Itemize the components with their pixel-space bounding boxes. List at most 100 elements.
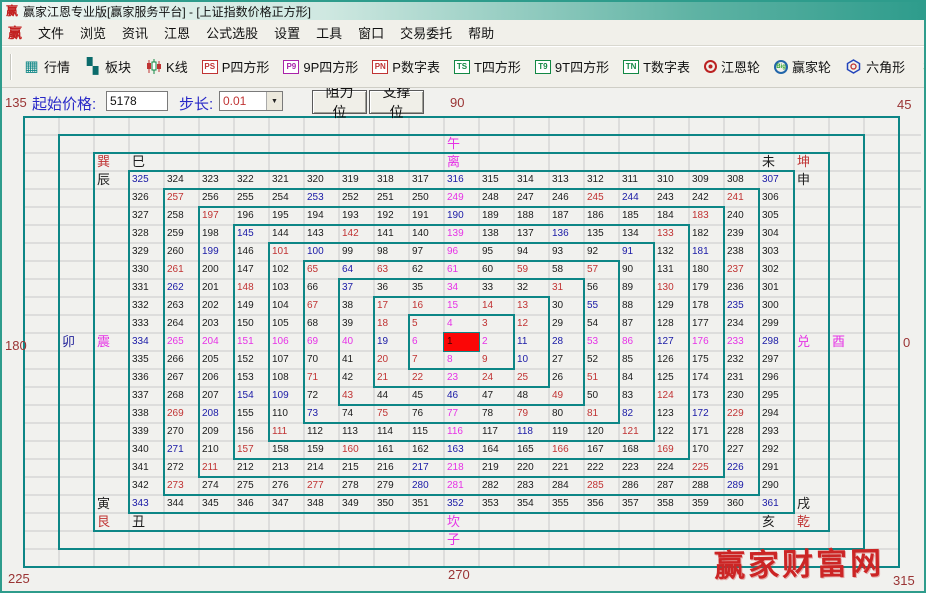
grid-cell[interactable]: 75 <box>374 405 409 423</box>
grid-cell[interactable]: 10 <box>514 351 549 369</box>
grid-cell[interactable]: 155 <box>234 405 269 423</box>
grid-cell[interactable]: 173 <box>689 387 724 405</box>
grid-cell[interactable]: 14 <box>479 297 514 315</box>
grid-cell[interactable]: 112 <box>304 423 339 441</box>
grid-cell[interactable]: 257 <box>164 189 199 207</box>
grid-cell[interactable]: 5 <box>409 315 444 333</box>
grid-cell[interactable]: 234 <box>724 315 759 333</box>
grid-cell[interactable]: 96 <box>444 243 479 261</box>
grid-cell[interactable]: 145 <box>234 225 269 243</box>
title-bar[interactable]: 赢 赢家江恩专业版[赢家服务平台] - [上证指数价格正方形] <box>2 2 924 20</box>
grid-cell[interactable]: 299 <box>759 315 794 333</box>
grid-cell[interactable]: 314 <box>514 171 549 189</box>
grid-cell[interactable]: 93 <box>549 243 584 261</box>
tool-9p-square[interactable]: P99P四方形 <box>276 54 365 79</box>
grid-cell[interactable]: 76 <box>409 405 444 423</box>
grid-cell[interactable]: 282 <box>479 477 514 495</box>
grid-cell[interactable]: 17 <box>374 297 409 315</box>
grid-cell[interactable]: 50 <box>584 387 619 405</box>
grid-cell[interactable]: 35 <box>409 279 444 297</box>
grid-cell[interactable]: 134 <box>619 225 654 243</box>
tool-kline-candles[interactable]: K线 <box>138 54 195 79</box>
grid-cell[interactable]: 297 <box>759 351 794 369</box>
grid-cell[interactable]: 156 <box>234 423 269 441</box>
grid-cell[interactable]: 128 <box>654 315 689 333</box>
grid-cell[interactable]: 54 <box>584 315 619 333</box>
grid-cell[interactable]: 19 <box>374 333 409 351</box>
grid-cell[interactable]: 300 <box>759 297 794 315</box>
grid-cell[interactable]: 157 <box>234 441 269 459</box>
support-button[interactable]: 支撑位 <box>369 90 424 114</box>
menu-item[interactable]: 窗口 <box>350 20 392 45</box>
grid-cell[interactable]: 182 <box>689 225 724 243</box>
grid-cell[interactable]: 8 <box>444 351 479 369</box>
grid-cell[interactable]: 347 <box>269 495 304 513</box>
grid-cell[interactable]: 212 <box>234 459 269 477</box>
grid-cell[interactable]: 357 <box>619 495 654 513</box>
grid-cell[interactable]: 148 <box>234 279 269 297</box>
grid-cell[interactable]: 90 <box>619 261 654 279</box>
grid-cell[interactable]: 351 <box>409 495 444 513</box>
grid-cell[interactable]: 324 <box>164 171 199 189</box>
grid-cell[interactable]: 80 <box>549 405 584 423</box>
menu-item[interactable]: 公式选股 <box>198 20 266 45</box>
grid-cell[interactable]: 160 <box>339 441 374 459</box>
grid-cell[interactable]: 286 <box>619 477 654 495</box>
grid-cell[interactable]: 253 <box>304 189 339 207</box>
grid-cell[interactable]: 227 <box>724 441 759 459</box>
grid-cell[interactable]: 264 <box>164 315 199 333</box>
grid-cell[interactable]: 149 <box>234 297 269 315</box>
grid-cell[interactable]: 231 <box>724 369 759 387</box>
grid-cell[interactable]: 153 <box>234 369 269 387</box>
grid-cell[interactable]: 146 <box>234 243 269 261</box>
grid-cell[interactable]: 331 <box>129 279 164 297</box>
grid-cell[interactable]: 322 <box>234 171 269 189</box>
grid-cell[interactable]: 3 <box>479 315 514 333</box>
grid-cell[interactable]: 250 <box>409 189 444 207</box>
tool-winner-service[interactable]: $赢家服务 <box>912 54 926 79</box>
grid-cell[interactable]: 291 <box>759 459 794 477</box>
grid-cell[interactable]: 100 <box>304 243 339 261</box>
grid-cell[interactable]: 139 <box>444 225 479 243</box>
grid-cell[interactable]: 18 <box>374 315 409 333</box>
grid-cell[interactable]: 84 <box>619 369 654 387</box>
tool-p-number-table[interactable]: PNP数字表 <box>365 54 447 79</box>
grid-cell[interactable]: 215 <box>339 459 374 477</box>
grid-cell[interactable]: 248 <box>479 189 514 207</box>
grid-cell[interactable]: 214 <box>304 459 339 477</box>
grid-cell[interactable]: 167 <box>584 441 619 459</box>
grid-cell[interactable]: 281 <box>444 477 479 495</box>
grid-cell[interactable]: 120 <box>584 423 619 441</box>
grid-cell[interactable]: 37 <box>339 279 374 297</box>
grid-cell[interactable]: 181 <box>689 243 724 261</box>
grid-cell[interactable]: 247 <box>514 189 549 207</box>
grid-cell[interactable]: 285 <box>584 477 619 495</box>
grid-cell[interactable]: 283 <box>514 477 549 495</box>
grid-cell[interactable]: 279 <box>374 477 409 495</box>
grid-cell[interactable]: 47 <box>479 387 514 405</box>
grid-cell[interactable]: 72 <box>304 387 339 405</box>
grid-cell[interactable]: 129 <box>654 297 689 315</box>
grid-cell[interactable]: 103 <box>269 279 304 297</box>
tool-market-grid[interactable]: ▦行情 <box>16 54 77 79</box>
grid-cell[interactable]: 150 <box>234 315 269 333</box>
grid-cell[interactable]: 187 <box>549 207 584 225</box>
grid-cell[interactable]: 30 <box>549 297 584 315</box>
grid-cell[interactable]: 307 <box>759 171 794 189</box>
grid-cell[interactable]: 137 <box>514 225 549 243</box>
grid-cell[interactable]: 229 <box>724 405 759 423</box>
grid-cell[interactable]: 26 <box>549 369 584 387</box>
grid-cell[interactable]: 23 <box>444 369 479 387</box>
grid-cell[interactable]: 284 <box>549 477 584 495</box>
grid-cell[interactable]: 51 <box>584 369 619 387</box>
grid-cell[interactable]: 246 <box>549 189 584 207</box>
grid-cell[interactable]: 353 <box>479 495 514 513</box>
grid-cell[interactable]: 123 <box>654 405 689 423</box>
menu-item[interactable]: 浏览 <box>72 20 114 45</box>
grid-cell[interactable]: 132 <box>654 243 689 261</box>
menu-item[interactable]: 设置 <box>266 20 308 45</box>
grid-cell[interactable]: 345 <box>199 495 234 513</box>
grid-cell[interactable]: 7 <box>409 351 444 369</box>
grid-cell[interactable]: 102 <box>269 261 304 279</box>
grid-cell[interactable]: 95 <box>479 243 514 261</box>
